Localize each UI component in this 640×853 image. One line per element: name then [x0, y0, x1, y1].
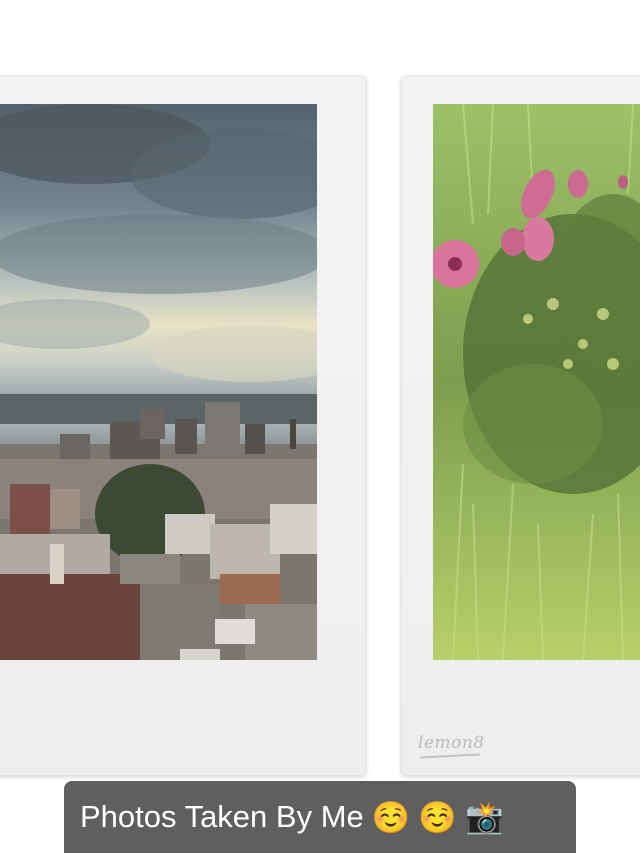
hibiscus-photo[interactable]: [433, 104, 640, 660]
lemon8-watermark: lemon8: [418, 733, 485, 753]
caption-text: Photos Taken By Me: [80, 799, 364, 834]
polaroid-frame-left: [0, 76, 366, 776]
smiling-face-emoji: ☺️: [418, 799, 457, 835]
city-skyline-image: [0, 104, 317, 660]
caption-bar: Photos Taken By Me ☺️ ☺️ 📸: [64, 781, 576, 853]
smiling-face-emoji: ☺️: [371, 799, 411, 835]
watermark-underline: [419, 753, 481, 759]
polaroid-frame-right: lemon8: [401, 76, 640, 776]
hibiscus-image: [433, 104, 640, 660]
city-skyline-photo[interactable]: [0, 104, 317, 660]
camera-flash-emoji: 📸: [464, 799, 504, 835]
